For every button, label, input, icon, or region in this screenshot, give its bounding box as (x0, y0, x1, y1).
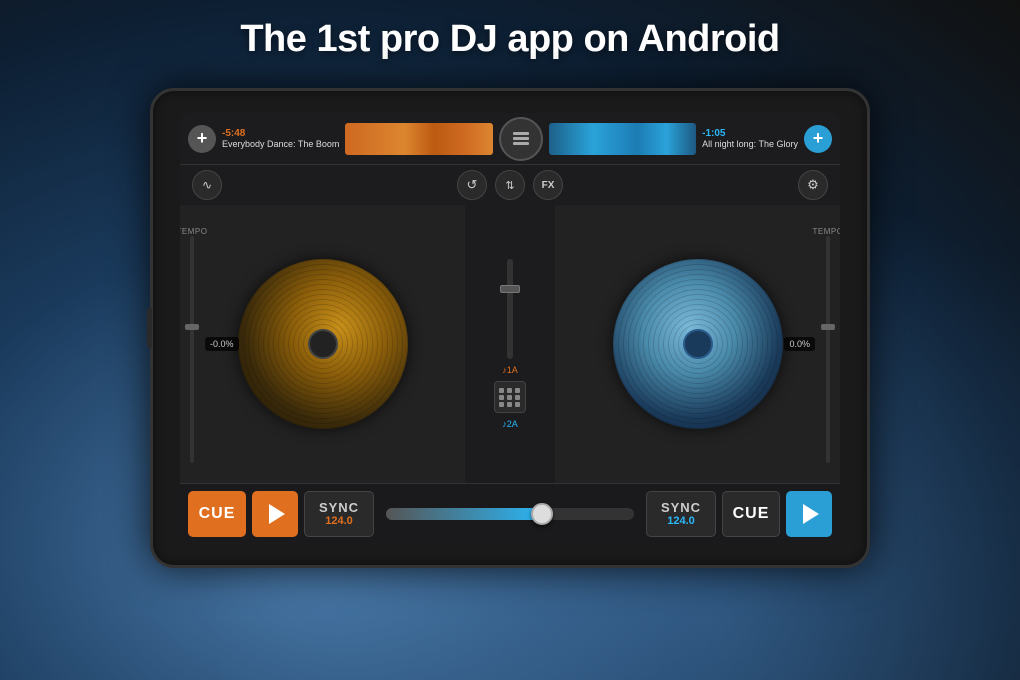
sync-right-bpm: 124.0 (667, 515, 695, 527)
play-right-button[interactable] (786, 491, 832, 537)
logo-bar-2 (513, 137, 529, 140)
grid-button[interactable] (494, 381, 526, 413)
deck-left: TEMPO -0.0% (180, 205, 465, 483)
logo-bar-1 (513, 132, 529, 135)
track-right-time: -1:05 (702, 128, 798, 139)
headline: The 1st pro DJ app on Android (0, 18, 1020, 61)
track-info-right: -1:05 All night long: The Glory (702, 128, 798, 149)
sync-right-button[interactable]: SYNC 124.0 (646, 491, 716, 537)
eq-button[interactable]: ⇅ (495, 170, 525, 200)
tempo-thumb-left (185, 324, 199, 330)
tempo-slider-right[interactable]: TEMPO (824, 225, 832, 463)
tablet-frame: + -5:48 Everybody Dance: The Boom -1:05 (150, 88, 870, 568)
logo-bar-3 (513, 142, 529, 145)
pitch-display-right: 0.0% (784, 337, 815, 351)
bottom-controls-bar: CUE SYNC 124.0 SYNC 124.0 CUE (180, 483, 840, 543)
fader-thumb (500, 285, 520, 293)
tempo-track-left (190, 236, 194, 463)
logo-bars (513, 132, 529, 145)
track-left-time: -5:48 (222, 128, 339, 139)
loop-icon: ↺ (467, 177, 478, 193)
add-track-right-button[interactable]: + (804, 125, 832, 153)
right-controls: ⚙ (798, 170, 828, 200)
pitch-display-left: -0.0% (205, 337, 239, 351)
add-track-left-button[interactable]: + (188, 125, 216, 153)
crossfader-fill (386, 508, 547, 520)
tempo-label-left: TEMPO (180, 227, 207, 236)
key-right-label: ♪2A (502, 419, 518, 429)
sync-left-button[interactable]: SYNC 124.0 (304, 491, 374, 537)
loop-button[interactable]: ↺ (457, 170, 487, 200)
waveform-right (549, 123, 696, 155)
vinyl-right[interactable] (613, 259, 783, 429)
sync-left-label: SYNC (319, 500, 359, 515)
deck-right: 0.0% TEMPO (555, 205, 840, 483)
vinyl-center-left (308, 329, 338, 359)
deck-area: TEMPO -0.0% (180, 205, 840, 483)
vinyl-center-right (683, 329, 713, 359)
fx-button[interactable]: FX (533, 170, 563, 200)
tablet-screen: + -5:48 Everybody Dance: The Boom -1:05 (180, 113, 840, 543)
track-info-left: -5:48 Everybody Dance: The Boom (222, 128, 339, 149)
eq-icon: ⇅ (505, 179, 514, 192)
fx-label: FX (542, 180, 555, 191)
play-right-icon (803, 504, 819, 524)
vinyl-right-image (613, 259, 783, 429)
tempo-track-right (826, 236, 830, 463)
dj-logo (499, 117, 543, 161)
sync-right-label: SYNC (661, 500, 701, 515)
waveform-orange-fill (345, 123, 492, 155)
sync-left-bpm: 124.0 (325, 515, 353, 527)
track-right-name: All night long: The Glory (702, 139, 798, 149)
key-left-label: ♪1A (502, 365, 518, 375)
play-left-icon (269, 504, 285, 524)
waveform-toggle-button[interactable]: ∿ (192, 170, 222, 200)
crossfader-knob (531, 503, 553, 525)
controls-row: ∿ ↺ ⇅ FX ⚙ (180, 165, 840, 205)
channel-fader[interactable] (507, 259, 513, 359)
cue-left-button[interactable]: CUE (188, 491, 246, 537)
vinyl-left[interactable] (238, 259, 408, 429)
left-controls: ∿ (192, 170, 222, 200)
settings-icon: ⚙ (807, 177, 819, 193)
tablet-power-button (147, 308, 152, 348)
grid-icon (499, 388, 521, 407)
tempo-slider-left[interactable]: TEMPO (188, 225, 196, 463)
center-controls: ↺ ⇅ FX (457, 170, 563, 200)
crossfader[interactable] (386, 508, 634, 520)
wave-icon: ∿ (202, 178, 212, 192)
cue-right-button[interactable]: CUE (722, 491, 780, 537)
waveform-blue-fill (549, 123, 696, 155)
settings-button[interactable]: ⚙ (798, 170, 828, 200)
tempo-thumb-right (821, 324, 835, 330)
waveform-left (345, 123, 492, 155)
mixer-column: ♪1A ♪2A (465, 205, 555, 483)
vinyl-left-image (238, 259, 408, 429)
tempo-label-right: TEMPO (813, 227, 840, 236)
play-left-button[interactable] (252, 491, 298, 537)
track-left-name: Everybody Dance: The Boom (222, 139, 339, 149)
top-waveform-bar: + -5:48 Everybody Dance: The Boom -1:05 (180, 113, 840, 165)
